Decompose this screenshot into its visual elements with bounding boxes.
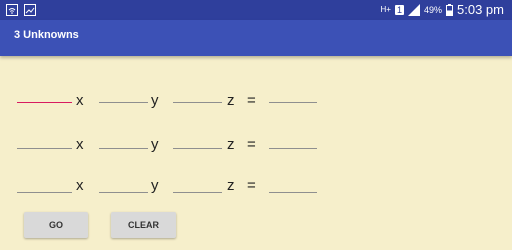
clear-button[interactable]: CLEAR <box>111 212 176 238</box>
image-icon <box>24 3 36 16</box>
z-label-row2: z <box>227 136 235 153</box>
equals-sign-row2: = <box>247 136 256 153</box>
x-label-row3: x <box>76 177 84 194</box>
app-title: 3 Unknowns <box>14 29 79 41</box>
z-label-row1: z <box>227 92 235 109</box>
x-label-row1: x <box>76 92 84 109</box>
y-label-row2: y <box>151 136 159 153</box>
status-bar: H+ 1 49% 5:03 pm <box>0 0 512 20</box>
network-type-label: H+ <box>380 5 391 14</box>
app-bar: 3 Unknowns <box>0 20 512 56</box>
result-input-row1[interactable] <box>269 83 317 103</box>
signal-icon <box>408 3 420 16</box>
x-input-row3[interactable] <box>17 173 72 193</box>
x-input-row1[interactable] <box>17 83 72 103</box>
battery-percent: 49% <box>424 4 443 15</box>
y-input-row2[interactable] <box>99 129 148 149</box>
y-input-row1[interactable] <box>99 83 148 103</box>
battery-icon <box>446 3 454 16</box>
sim-badge: 1 <box>394 4 404 15</box>
result-input-row2[interactable] <box>269 129 317 149</box>
x-input-row2[interactable] <box>17 129 72 149</box>
y-label-row3: y <box>151 177 159 194</box>
z-input-row3[interactable] <box>173 173 222 193</box>
go-button[interactable]: GO <box>24 212 88 238</box>
z-input-row1[interactable] <box>173 83 222 103</box>
equals-sign-row3: = <box>247 177 256 194</box>
wifi-icon <box>6 3 18 16</box>
status-time: 5:03 pm <box>457 2 504 17</box>
x-label-row2: x <box>76 136 84 153</box>
y-label-row1: y <box>151 92 159 109</box>
z-input-row2[interactable] <box>173 129 222 149</box>
y-input-row3[interactable] <box>99 173 148 193</box>
result-input-row3[interactable] <box>269 173 317 193</box>
equals-sign-row1: = <box>247 92 256 109</box>
z-label-row3: z <box>227 177 235 194</box>
